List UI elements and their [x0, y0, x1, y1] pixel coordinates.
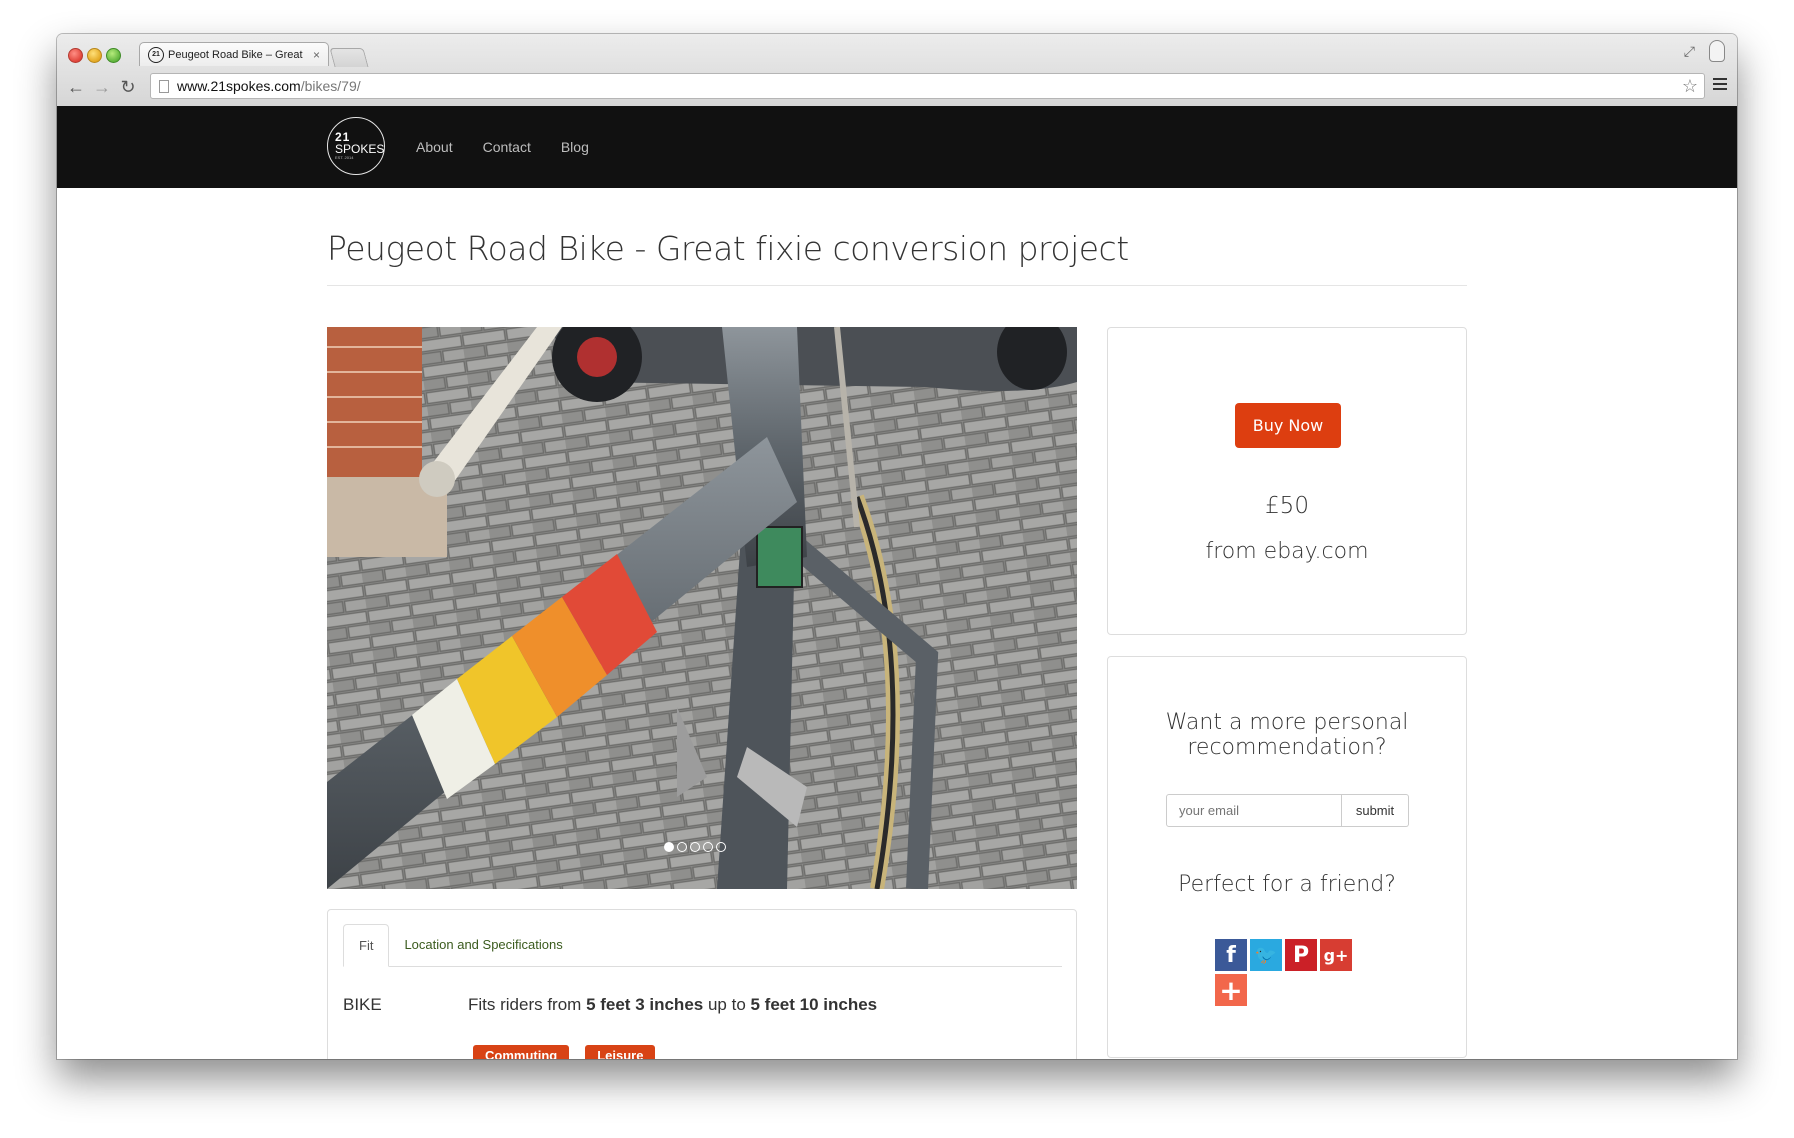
carousel-dot[interactable] [677, 842, 687, 852]
buy-panel: Buy Now £50 from ebay.com [1107, 327, 1467, 635]
hamburger-menu-icon[interactable] [1713, 78, 1727, 93]
title-divider [327, 285, 1467, 286]
price: £50 [1265, 493, 1309, 519]
pinterest-icon[interactable]: P [1285, 939, 1317, 971]
browser-chrome: 21 Peugeot Road Bike – Great × ⤢ ← → ↻ w… [57, 34, 1737, 107]
tab-title: Peugeot Road Bike – Great [168, 48, 303, 61]
logo-word: SPOKES [335, 142, 385, 156]
site-logo[interactable]: 21 SPOKES EST. 2014 [327, 117, 385, 175]
favicon-icon: 21 [148, 46, 164, 63]
buy-now-button[interactable]: Buy Now [1235, 403, 1341, 448]
fit-description: Fits riders from 5 feet 3 inches up to 5… [468, 995, 878, 1014]
recommendation-heading: Want a more personal recommendation? [1165, 710, 1409, 760]
info-tabs: Fit Location and Specifications [343, 924, 1062, 967]
tab-fit[interactable]: Fit [343, 924, 390, 967]
google-plus-icon[interactable]: g+ [1320, 939, 1352, 971]
fit-max-height: 5 feet 10 inches [750, 995, 878, 1014]
fit-row: BIKE Fits riders from 5 feet 3 inches up… [343, 995, 877, 1015]
url-host: www.21spokes.com [177, 78, 301, 94]
new-tab-button[interactable] [329, 48, 369, 67]
carousel-dot[interactable] [703, 842, 713, 852]
carousel-dot[interactable] [690, 842, 700, 852]
logo-subtext: EST. 2014 [335, 155, 354, 160]
tab-location-specifications[interactable]: Location and Specifications [389, 924, 577, 966]
facebook-icon[interactable]: f [1215, 939, 1247, 971]
price-source: from ebay.com [1205, 539, 1369, 564]
page-icon [159, 79, 169, 93]
email-field[interactable] [1166, 794, 1342, 827]
zoom-window-button[interactable] [106, 48, 121, 63]
nav-link-contact[interactable]: Contact [483, 139, 531, 155]
fit-min-height: 5 feet 3 inches [586, 995, 704, 1014]
friend-heading: Perfect for a friend? [1178, 872, 1396, 897]
address-bar[interactable]: www.21spokes.com /bikes/79/ ☆ [150, 73, 1705, 99]
bookmark-star-icon[interactable]: ☆ [1682, 76, 1698, 97]
nav-link-blog[interactable]: Blog [561, 139, 589, 155]
recommendation-panel: Want a more personal recommendation? sub… [1107, 656, 1467, 1058]
fullscreen-icon[interactable]: ⤢ [1684, 43, 1695, 60]
back-arrow-icon[interactable]: ← [63, 77, 89, 98]
bike-info-panel: Fit Location and Specifications BIKE Fit… [327, 909, 1077, 1059]
carousel-indicators [664, 842, 726, 852]
email-form: submit [1166, 794, 1409, 827]
minimize-window-button[interactable] [87, 48, 102, 63]
page-title: Peugeot Road Bike - Great fixie conversi… [327, 229, 1129, 268]
url-path: /bikes/79/ [300, 78, 361, 94]
bike-photo [327, 327, 1077, 889]
browser-tab[interactable]: 21 Peugeot Road Bike – Great × [139, 42, 329, 66]
close-window-button[interactable] [68, 48, 83, 63]
usage-tags: Commuting Leisure [473, 1045, 656, 1059]
browser-window: 21 Peugeot Road Bike – Great × ⤢ ← → ↻ w… [57, 34, 1737, 1059]
tag-commuting: Commuting [473, 1045, 570, 1059]
reload-icon[interactable]: ↻ [115, 77, 141, 98]
carousel-dot[interactable] [716, 842, 726, 852]
browser-toolbar: ← → ↻ www.21spokes.com /bikes/79/ ☆ [57, 68, 1737, 106]
submit-button[interactable]: submit [1342, 794, 1409, 827]
tag-leisure: Leisure [585, 1045, 656, 1059]
share-buttons: f 🐦 P g+ + [1215, 939, 1360, 1007]
nav-link-about[interactable]: About [416, 139, 453, 155]
profile-icon[interactable] [1709, 40, 1725, 62]
more-share-icon[interactable]: + [1215, 974, 1247, 1007]
forward-arrow-icon[interactable]: → [89, 77, 115, 98]
nav-links: About Contact Blog [416, 106, 589, 188]
twitter-icon[interactable]: 🐦 [1250, 939, 1282, 971]
carousel-dot[interactable] [664, 842, 674, 852]
fit-label: BIKE [343, 995, 382, 1014]
bike-photo-carousel[interactable] [327, 327, 1077, 889]
tab-close-icon[interactable]: × [313, 48, 320, 62]
site-navbar: 21 SPOKES EST. 2014 About Contact Blog [57, 106, 1737, 188]
